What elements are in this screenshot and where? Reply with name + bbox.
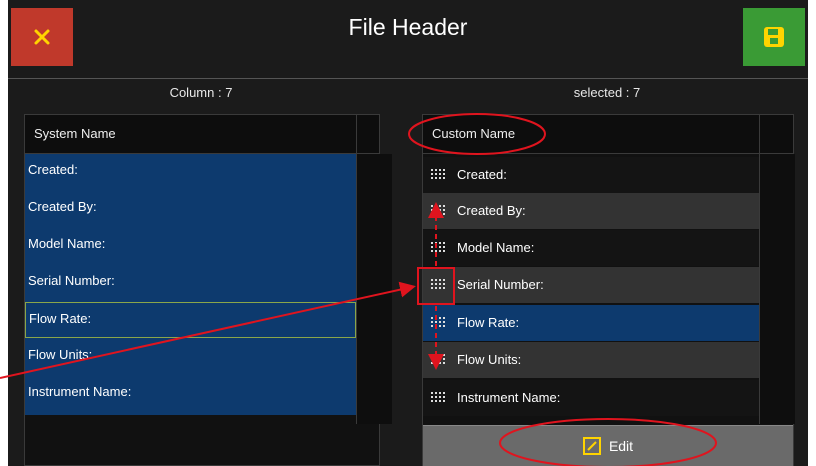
drag-handle-icon[interactable] <box>431 157 445 193</box>
list-item[interactable]: Created By: <box>25 191 356 227</box>
list-item[interactable]: Created By: <box>423 193 759 229</box>
column-count-label: Column : 7 <box>169 85 233 100</box>
drag-handle-icon[interactable] <box>431 305 445 341</box>
list-item[interactable]: Serial Number: <box>423 267 759 303</box>
drag-handle-icon[interactable] <box>431 267 445 303</box>
page-title: File Header <box>348 14 468 40</box>
left-scrollbar[interactable] <box>356 154 392 424</box>
header-divider <box>8 78 808 79</box>
list-item[interactable]: Serial Number: <box>25 265 356 301</box>
drag-handle-icon[interactable] <box>431 342 445 378</box>
save-icon <box>764 27 784 47</box>
drag-handle-icon[interactable] <box>431 380 445 416</box>
list-item-label: Created By: <box>457 203 526 218</box>
file-header-screen: File Header Column : 7 selected : 7 Syst… <box>8 0 808 466</box>
list-item-label: Instrument Name: <box>457 390 561 405</box>
top-bar: File Header <box>8 0 808 78</box>
list-item-label: Created: <box>28 162 78 177</box>
drag-handle-icon[interactable] <box>431 193 445 229</box>
list-item[interactable]: Instrument Name: <box>423 380 759 416</box>
custom-name-panel: Custom Name Created: Created By: Model N… <box>422 114 795 466</box>
list-item-label: Instrument Name: <box>28 384 132 399</box>
list-item-selected[interactable]: Flow Rate: <box>423 305 759 341</box>
list-item-label: Serial Number: <box>28 273 115 288</box>
edit-button[interactable]: Edit <box>423 425 793 466</box>
drag-handle-icon[interactable] <box>431 230 445 266</box>
edit-icon <box>582 437 601 455</box>
edit-button-label: Edit <box>608 438 634 454</box>
list-item-label: Created By: <box>28 199 97 214</box>
system-name-list: Created: Created By: Model Name: Serial … <box>25 154 356 415</box>
list-item[interactable]: Model Name: <box>423 230 759 266</box>
list-item[interactable]: Flow Units: <box>25 339 356 375</box>
custom-name-column-header: Custom Name <box>432 126 516 141</box>
list-item-label: Flow Units: <box>457 352 522 367</box>
list-item[interactable]: Instrument Name: <box>25 376 356 412</box>
selected-count-label: selected : 7 <box>573 85 641 100</box>
list-item-label: Model Name: <box>28 236 106 251</box>
list-item-label: Flow Units: <box>28 347 93 362</box>
list-item[interactable]: Flow Units: <box>423 342 759 378</box>
list-item-label: Flow Rate: <box>457 315 520 330</box>
list-item-label: Created: <box>457 167 507 182</box>
list-item-selected[interactable]: Flow Rate: <box>25 302 356 338</box>
right-scrollbar[interactable] <box>759 154 795 424</box>
list-item-label: Flow Rate: <box>29 311 92 326</box>
system-name-header: System Name <box>25 115 379 154</box>
header-divider-left <box>356 115 357 153</box>
header-divider-right <box>759 115 760 153</box>
list-item[interactable]: Model Name: <box>25 228 356 264</box>
list-item[interactable]: Created: <box>423 157 759 193</box>
custom-name-header: Custom Name <box>423 115 793 154</box>
system-name-column-header: System Name <box>34 126 116 141</box>
system-name-panel: System Name Created: Created By: Model N… <box>24 114 392 466</box>
list-item[interactable]: Created: <box>25 154 356 190</box>
list-item-label: Model Name: <box>457 240 535 255</box>
list-item-label: Serial Number: <box>457 277 544 292</box>
save-button[interactable] <box>743 8 805 66</box>
